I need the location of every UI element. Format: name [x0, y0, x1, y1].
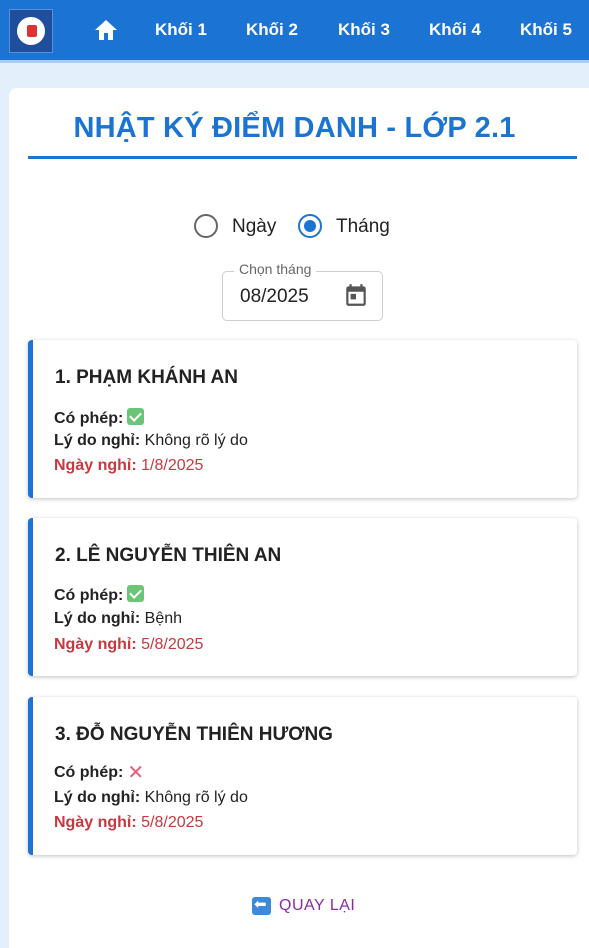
date-label: Ngày nghỉ:: [54, 457, 137, 474]
date-value: 1/8/2025: [141, 457, 204, 474]
date-row: Ngày nghỉ: 5/8/2025: [54, 814, 203, 832]
date-label: Ngày nghỉ:: [54, 814, 137, 831]
reason-label: Lý do nghỉ:: [54, 789, 141, 806]
nav-item-khoi-2[interactable]: Khối 2: [246, 20, 298, 40]
navbar-divider: [0, 60, 589, 63]
attendance-card: 1. PHẠM KHÁNH AN Có phép: Lý do nghỉ: Kh…: [28, 340, 577, 498]
logo-emblem-icon: [14, 14, 48, 48]
radio-ngay[interactable]: [194, 214, 218, 238]
radio-ngay-label[interactable]: Ngày: [232, 216, 276, 238]
student-name: 3. ĐỖ NGUYỄN THIÊN HƯƠNG: [55, 724, 333, 745]
student-name: 1. PHẠM KHÁNH AN: [55, 367, 238, 388]
view-mode-radio-group: Ngày Tháng: [0, 211, 589, 241]
check-icon: [127, 408, 145, 425]
reason-label: Lý do nghỉ:: [54, 432, 141, 449]
date-value: 5/8/2025: [141, 814, 204, 831]
back-arrow-icon: [252, 895, 271, 915]
nav-item-khoi-3[interactable]: Khối 3: [338, 20, 390, 40]
date-value: 5/8/2025: [141, 636, 204, 653]
attendance-card: 2. LÊ NGUYỄN THIÊN AN Có phép: Lý do ngh…: [28, 518, 577, 676]
reason-value: Không rõ lý do: [144, 432, 248, 449]
radio-thang[interactable]: [298, 214, 322, 238]
permission-row: Có phép:: [54, 585, 145, 605]
month-picker-label: Chọn tháng: [234, 261, 317, 277]
reason-row: Lý do nghỉ: Không rõ lý do: [54, 432, 248, 450]
student-name: 2. LÊ NGUYỄN THIÊN AN: [55, 545, 282, 566]
school-logo[interactable]: [9, 9, 53, 53]
reason-value: Không rõ lý do: [144, 789, 248, 806]
calendar-icon[interactable]: [343, 282, 369, 308]
back-button[interactable]: QUAY LẠI: [252, 895, 356, 915]
radio-thang-label[interactable]: Tháng: [336, 216, 390, 238]
nav-item-khoi-1[interactable]: Khối 1: [155, 20, 207, 40]
date-row: Ngày nghỉ: 5/8/2025: [54, 636, 203, 654]
nav-item-khoi-5[interactable]: Khối 5: [520, 20, 572, 40]
check-icon: [127, 585, 145, 602]
permission-row: Có phép:: [54, 408, 145, 428]
reason-row: Lý do nghỉ: Bệnh: [54, 610, 182, 628]
nav-item-khoi-4[interactable]: Khối 4: [429, 20, 481, 40]
back-button-label: QUAY LẠI: [279, 897, 356, 914]
date-row: Ngày nghỉ: 1/8/2025: [54, 457, 203, 475]
permission-label: Có phép:: [54, 587, 124, 604]
top-navbar: Khối 1 Khối 2 Khối 3 Khối 4 Khối 5: [0, 0, 589, 60]
date-label: Ngày nghỉ:: [54, 636, 137, 653]
permission-label: Có phép:: [54, 410, 124, 427]
reason-label: Lý do nghỉ:: [54, 610, 141, 627]
reason-row: Lý do nghỉ: Không rõ lý do: [54, 789, 248, 807]
reason-value: Bệnh: [144, 610, 183, 627]
month-picker-value[interactable]: 08/2025: [240, 286, 309, 308]
attendance-card: 3. ĐỖ NGUYỄN THIÊN HƯƠNG Có phép: ✕ Lý do…: [28, 697, 577, 855]
page-title: NHẬT KÝ ĐIỂM DANH - LỚP 2.1: [73, 112, 516, 144]
permission-row: Có phép: ✕: [54, 762, 145, 784]
title-underline: [28, 156, 577, 159]
home-icon[interactable]: [93, 18, 119, 42]
cross-icon: ✕: [127, 762, 145, 784]
permission-label: Có phép:: [54, 764, 124, 781]
